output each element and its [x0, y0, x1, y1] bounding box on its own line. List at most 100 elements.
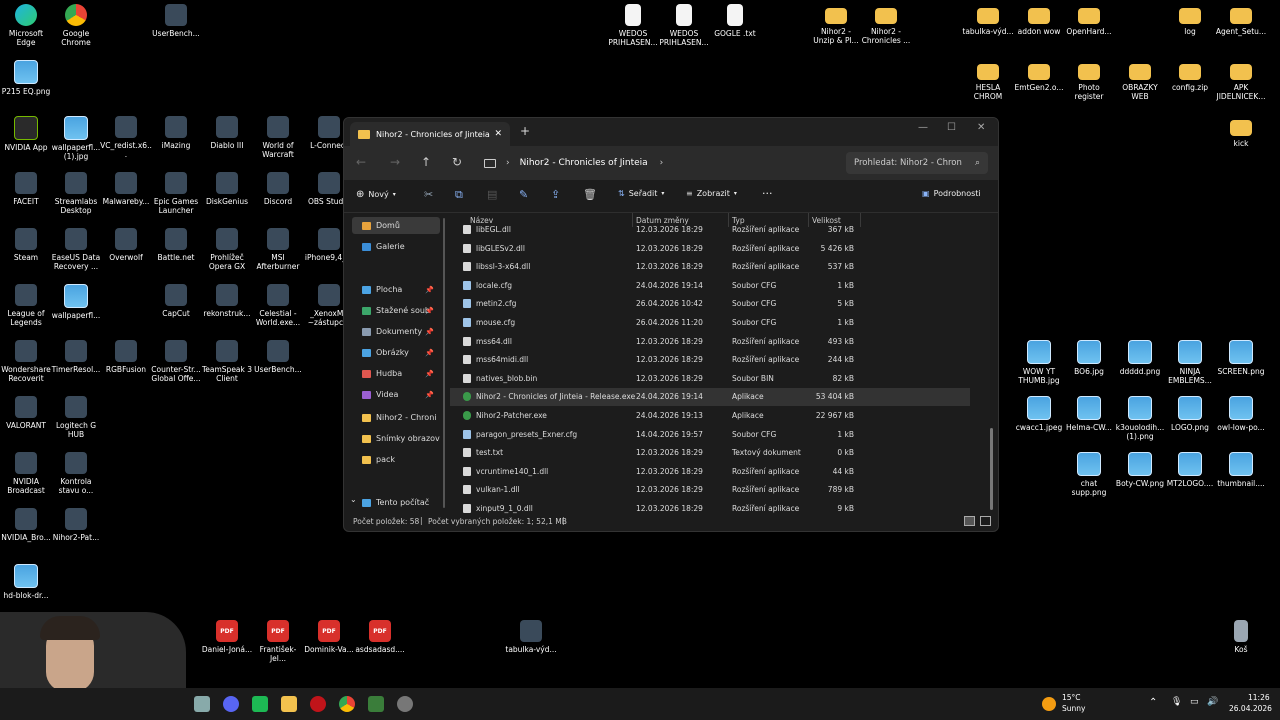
desktop-icon[interactable]: Photo register — [1063, 60, 1115, 101]
desktop-icon[interactable]: FACEIT — [0, 172, 52, 206]
desktop-icon[interactable]: Boty-CW.png — [1114, 452, 1166, 488]
desktop-icon[interactable]: Prohlížeč Opera GX — [201, 228, 253, 271]
desktop-icon[interactable]: k3ouolodih... (1).png — [1114, 396, 1166, 441]
desktop-icon[interactable]: Streamlabs Desktop — [50, 172, 102, 215]
desktop-icon[interactable]: cwacc1.jpeg — [1013, 396, 1065, 432]
desktop-icon[interactable]: Nihor2 - Chronicles ... — [860, 4, 912, 45]
up-icon[interactable]: ↑ — [421, 155, 431, 169]
volume-icon[interactable]: 🔊 — [1207, 697, 1218, 707]
file-explorer-icon[interactable] — [281, 696, 297, 712]
desktop-icon[interactable]: kick — [1215, 116, 1267, 148]
sort-button[interactable]: ⇅ Seřadit ▾ — [618, 189, 664, 198]
file-list-scrollbar[interactable] — [990, 428, 993, 510]
desktop-icon[interactable]: owl-low-po... — [1215, 396, 1267, 432]
file-row[interactable]: mss64.dll 12.03.2026 18:29 Rozšíření aplik… — [450, 333, 970, 351]
desktop-icon[interactable]: SCREEN.png — [1215, 340, 1267, 376]
desktop-icon[interactable]: WEDOS PRIHLASEN... — [658, 4, 710, 47]
maximize-icon[interactable]: ☐ — [947, 122, 956, 133]
sidebar-item[interactable]: Videa 📌 — [352, 386, 440, 403]
desktop-icon[interactable]: Overwolf — [100, 228, 152, 262]
desktop-icon[interactable]: PDF Dominik-Va... — [303, 620, 355, 654]
desktop-icon[interactable]: Kontrola stavu o... — [50, 452, 102, 495]
desktop-icon[interactable]: PDF František-Jel... — [252, 620, 304, 663]
desktop-icon[interactable]: PDF Daniel-Joná... — [201, 620, 253, 654]
desktop-icon[interactable]: Agent_Setu... — [1215, 4, 1267, 36]
weather-icon[interactable] — [1042, 697, 1056, 711]
sidebar-item[interactable]: Snímky obrazov — [352, 430, 440, 447]
opera-gx-icon[interactable] — [310, 696, 326, 712]
sidebar-item[interactable]: Nihor2 - Chroni — [352, 409, 440, 426]
desktop-icon[interactable]: Diablo III — [201, 116, 253, 150]
discord-icon[interactable] — [223, 696, 239, 712]
sidebar-scrollbar[interactable] — [443, 218, 445, 508]
desktop-icon[interactable]: P215 EQ.png — [0, 60, 52, 96]
desktop-icon[interactable]: Logitech G HUB — [50, 396, 102, 439]
file-row[interactable]: Nihor2-Patcher.exe 24.04.2026 19:13 Aplika… — [450, 407, 970, 425]
desktop-icon[interactable]: log — [1164, 4, 1216, 36]
desktop-icon[interactable]: DiskGenius — [201, 172, 253, 206]
details-pane-button[interactable]: ▣ Podrobnosti — [922, 189, 981, 198]
desktop-icon[interactable]: tabulka-výd... — [505, 620, 557, 654]
desktop-icon[interactable]: NINJA EMBLEMS... — [1164, 340, 1216, 385]
desktop-icon[interactable]: Wondershare Recoverit — [0, 340, 52, 383]
desktop-icon[interactable]: wallpaperfl... — [50, 284, 102, 320]
desktop-icon[interactable]: Counter-Str... Global Offe... — [150, 340, 202, 383]
desktop-icon[interactable]: WEDOS PRIHLASEN... — [607, 4, 659, 47]
desktop-icon[interactable]: rekonstruk... — [201, 284, 253, 318]
chevron-up-icon[interactable]: ⌃ — [1149, 697, 1157, 708]
desktop-icon[interactable]: GOGLE .txt — [709, 4, 761, 38]
new-tab-button[interactable]: + — [520, 124, 530, 138]
desktop-icon[interactable]: MT2LOGO.... — [1164, 452, 1216, 488]
desktop-icon[interactable]: Battle.net — [150, 228, 202, 262]
desktop-icon[interactable]: RGBFusion — [100, 340, 152, 374]
refresh-icon[interactable]: ↻ — [452, 155, 462, 169]
desktop-icon[interactable]: thumbnail.... — [1215, 452, 1267, 488]
network-icon[interactable]: ▭ — [1190, 697, 1199, 707]
desktop-icon[interactable]: tabulka-výd... — [962, 4, 1014, 36]
cut-icon[interactable]: ✂ — [424, 188, 433, 201]
file-row[interactable]: mss64midi.dll 12.03.2026 18:29 Rozšíření a… — [450, 351, 970, 369]
delete-icon[interactable]: 🗑 — [583, 188, 597, 201]
desktop-icon[interactable]: NVIDIA Broadcast — [0, 452, 52, 495]
weather-text[interactable]: Sunny — [1062, 704, 1085, 713]
desktop-icon[interactable]: PDF asdsadasd.... — [354, 620, 406, 654]
desktop-icon[interactable]: Microsoft Edge — [0, 4, 52, 47]
file-row[interactable]: locale.cfg 24.04.2026 19:14 Soubor CFG 1 kB — [450, 277, 970, 295]
desktop-icon[interactable]: EmtGen2.o... — [1013, 60, 1065, 92]
desktop-icon[interactable]: UserBench... — [150, 4, 202, 38]
desktop-icon[interactable]: NVIDIA_Bro... — [0, 508, 52, 542]
desktop-icon[interactable]: Steam — [0, 228, 52, 262]
sidebar-item[interactable]: Stažené soub 📌 — [352, 302, 440, 319]
desktop-icon[interactable]: NVIDIA App — [0, 116, 52, 152]
microphone-icon[interactable]: 🎙 — [1171, 697, 1182, 707]
settings-icon[interactable] — [397, 696, 413, 712]
desktop-icon[interactable]: MSI Afterburner — [252, 228, 304, 271]
desktop-icon[interactable]: OBRAZKY WEB — [1114, 60, 1166, 101]
desktop-icon[interactable]: EaseUS Data Recovery ... — [50, 228, 102, 271]
tab-current-folder[interactable]: Nihor2 - Chronicles of Jinteia ✕ — [350, 122, 510, 146]
desktop-icon[interactable]: wallpaperfl... (1).jpg — [50, 116, 102, 161]
file-row[interactable]: Nihor2 - Chronicles of Jinteia - Release… — [450, 388, 970, 407]
file-row[interactable]: vulkan-1.dll 12.03.2026 18:29 Rozšíření ap… — [450, 481, 970, 499]
file-row[interactable]: test.txt 12.03.2026 18:29 Textový dokument… — [450, 444, 970, 462]
desktop-icon[interactable]: CapCut — [150, 284, 202, 318]
desktop-icon[interactable]: Malwareby... — [100, 172, 152, 206]
close-tab-icon[interactable]: ✕ — [494, 129, 502, 139]
desktop-icon[interactable]: Helma-CW... — [1063, 396, 1115, 432]
address-bar[interactable]: › Nihor2 - Chronicles of Jinteia › — [478, 152, 838, 174]
desktop-icon[interactable]: VC_redist.x6... — [100, 116, 152, 159]
file-row[interactable]: libGLESv2.dll 12.03.2026 18:29 Rozšíření a… — [450, 240, 970, 258]
desktop-icon[interactable]: Google Chrome — [50, 4, 102, 47]
desktop-icon[interactable]: TimerResol... — [50, 340, 102, 374]
clock-time[interactable]: 11:26 — [1248, 693, 1270, 702]
desktop-icon[interactable]: config.zip — [1164, 60, 1216, 92]
desktop-icon[interactable]: VALORANT — [0, 396, 52, 430]
desktop-icon[interactable]: Discord — [252, 172, 304, 206]
close-window-icon[interactable]: ✕ — [977, 122, 985, 133]
share-icon[interactable]: ⇪ — [551, 188, 560, 201]
forward-icon[interactable]: → — [390, 155, 400, 169]
chevron-down-icon[interactable]: ⌄ — [350, 495, 357, 504]
sidebar-item[interactable]: Hudba 📌 — [352, 365, 440, 382]
desktop-icon[interactable]: UserBench... — [252, 340, 304, 374]
desktop-icon[interactable]: TeamSpeak 3 Client — [201, 340, 253, 383]
